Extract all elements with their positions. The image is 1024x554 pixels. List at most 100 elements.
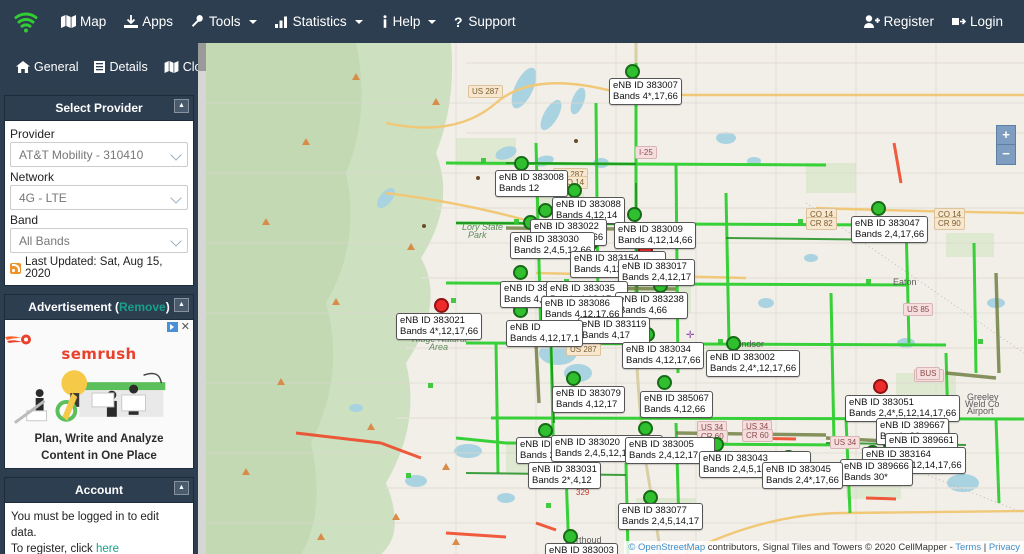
tower-id: eNB ID 383051 xyxy=(849,397,956,408)
zoom-out-button[interactable]: − xyxy=(996,145,1016,165)
tower-label[interactable]: eNB ID 383047Bands 2,4,17,66 xyxy=(851,216,928,243)
select-provider-panel: Select Provider ▲ Provider AT&T Mobility… xyxy=(4,95,194,286)
tower-label[interactable]: eNB ID 383007Bands 4*,17,66 xyxy=(609,78,682,105)
tower-marker[interactable] xyxy=(566,371,581,386)
tower-id: eNB ID 383009 xyxy=(618,224,692,235)
nav-statistics[interactable]: Statistics xyxy=(266,0,372,43)
nav-apps[interactable]: Apps xyxy=(115,0,182,43)
register-button[interactable]: Register xyxy=(855,0,943,43)
advertisement-remove-link[interactable]: Remove xyxy=(119,300,166,314)
tower-bands: Bands 4,66 xyxy=(619,305,684,316)
collapse-up-icon[interactable]: ▲ xyxy=(174,481,189,495)
band-select[interactable]: All Bands xyxy=(10,228,188,253)
cellmapper-logo[interactable] xyxy=(0,11,52,33)
terms-link[interactable]: Terms xyxy=(955,542,981,553)
provider-select[interactable]: AT&T Mobility - 310410 xyxy=(10,142,188,167)
tower-label[interactable]: eNB ID 383031Bands 2*,4,12 xyxy=(528,462,601,489)
chevron-down-icon xyxy=(170,235,181,246)
collapse-up-icon[interactable]: ▲ xyxy=(174,99,189,113)
login-button[interactable]: Login xyxy=(943,0,1012,43)
login-label: Login xyxy=(970,14,1003,29)
openstreetmap-link[interactable]: © OpenStreetMap xyxy=(628,542,705,553)
tower-marker[interactable] xyxy=(871,201,886,216)
select-provider-body: Provider AT&T Mobility - 310410 Network … xyxy=(5,121,193,285)
tower-marker[interactable] xyxy=(873,379,888,394)
tower-label[interactable]: eNB ID 383077Bands 2,4,5,14,17 xyxy=(618,503,703,530)
tower-marker[interactable] xyxy=(625,64,640,79)
tower-label[interactable]: eNB IDBands 4,12,17,1 xyxy=(506,320,583,347)
map-attribution: © OpenStreetMap contributors, Signal Til… xyxy=(624,541,1024,554)
road-shield: US 287 xyxy=(468,85,503,98)
list-icon xyxy=(94,61,105,73)
tower-label[interactable]: eNB ID 383003 xyxy=(545,543,618,554)
tower-marker[interactable] xyxy=(657,375,672,390)
tower-marker[interactable] xyxy=(627,207,642,222)
road-shield: CR 90 xyxy=(934,217,965,230)
network-select[interactable]: 4G - LTE xyxy=(10,185,188,210)
nav-support[interactable]: ? Support xyxy=(445,0,524,43)
tower-label[interactable]: eNB ID 383002Bands 2,4*,12,17,66 xyxy=(706,350,800,377)
nav-tools-label: Tools xyxy=(209,14,241,29)
map-viewport[interactable]: ✛ US 287US 287CO 14I-25CO 14CR 82CO 14CR… xyxy=(206,43,1024,554)
tower-marker[interactable] xyxy=(726,336,741,351)
toolbar-general[interactable]: General xyxy=(8,56,86,78)
ad-close-icon[interactable]: ✕ xyxy=(181,322,190,332)
tower-id: eNB ID 383031 xyxy=(532,464,597,475)
tower-marker[interactable] xyxy=(434,298,449,313)
tower-label[interactable]: eNB ID 383034Bands 4,12,17,66 xyxy=(622,342,704,369)
tower-bands: Bands 4*,17,66 xyxy=(613,91,678,102)
tower-marker[interactable] xyxy=(638,421,653,436)
account-body: You must be logged in to edit data. To r… xyxy=(5,503,193,554)
tower-marker[interactable] xyxy=(538,203,553,218)
tower-id: eNB ID 383035 xyxy=(550,283,624,294)
tower-label[interactable]: eNB ID 383008Bands 12 xyxy=(495,170,568,197)
tower-marker[interactable] xyxy=(567,183,582,198)
road-shield: CR 82 xyxy=(806,217,837,230)
cellmapper-app: Map Apps Tools Statistics xyxy=(0,0,1024,554)
tower-bands: Bands 2*,4,12 xyxy=(532,475,597,486)
adchoices-icon[interactable] xyxy=(167,322,178,332)
nav-help[interactable]: Help xyxy=(372,0,446,43)
tower-id: eNB ID 383017 xyxy=(622,261,691,272)
tower-marker[interactable] xyxy=(514,156,529,171)
place-name: Park xyxy=(468,230,487,240)
toolbar-details[interactable]: Details xyxy=(86,56,155,78)
nav-map[interactable]: Map xyxy=(52,0,115,43)
nav-tools[interactable]: Tools xyxy=(182,0,266,43)
home-icon xyxy=(16,61,30,73)
collapse-up-icon[interactable]: ▲ xyxy=(174,298,189,312)
tower-label[interactable]: eNB ID 389666Bands 30* xyxy=(840,459,913,486)
place-name: Eaton xyxy=(893,277,917,287)
tower-label[interactable]: eNB ID 383238Bands 4,66 xyxy=(615,292,688,319)
nav-help-label: Help xyxy=(393,14,421,29)
tower-label[interactable]: eNB ID 383021Bands 4*,12,17,66 xyxy=(396,313,482,340)
tower-label[interactable]: eNB ID 383045Bands 2,4*,17,66 xyxy=(762,462,843,489)
zoom-control: + − xyxy=(996,125,1016,165)
tower-id: eNB ID xyxy=(510,322,579,333)
tower-bands: Bands 4,17 xyxy=(582,330,646,341)
tower-label[interactable]: eNB ID 385067Bands 4,12,66 xyxy=(640,391,713,418)
tower-label[interactable]: eNB ID 383009Bands 4,12,14,66 xyxy=(614,222,696,249)
login-icon xyxy=(952,15,966,28)
advertisement-title-prefix: Advertisement ( xyxy=(28,300,119,314)
tower-bands: Bands 4*,12,17,66 xyxy=(400,326,478,337)
last-updated-text: Last Updated: Sat, Aug 15, 2020 xyxy=(25,256,188,280)
account-register-text: To register, click xyxy=(11,543,96,554)
tower-marker[interactable] xyxy=(563,529,578,544)
navbar-right-group: Register Login xyxy=(855,0,1024,43)
attribution-separator: | xyxy=(981,542,989,553)
chevron-down-icon xyxy=(355,20,363,24)
tower-label[interactable]: eNB ID 383017Bands 2,4,12,17 xyxy=(618,259,695,286)
zoom-in-button[interactable]: + xyxy=(996,125,1016,145)
tower-label[interactable]: eNB ID 383079Bands 4,12,17 xyxy=(552,386,625,413)
wifi-signal-icon xyxy=(13,11,39,33)
semrush-flame-icon xyxy=(5,334,35,345)
advertisement-body[interactable]: ✕ semrush xyxy=(5,320,193,468)
tower-bands: Bands 4,12,14,66 xyxy=(618,235,692,246)
tower-label[interactable]: eNB ID 383119Bands 4,17 xyxy=(578,317,650,344)
register-here-link[interactable]: here xyxy=(96,543,119,554)
tower-marker[interactable] xyxy=(513,265,528,280)
user-plus-icon xyxy=(864,15,880,28)
toolbar-general-label: General xyxy=(34,60,78,74)
privacy-link[interactable]: Privacy xyxy=(989,542,1020,553)
